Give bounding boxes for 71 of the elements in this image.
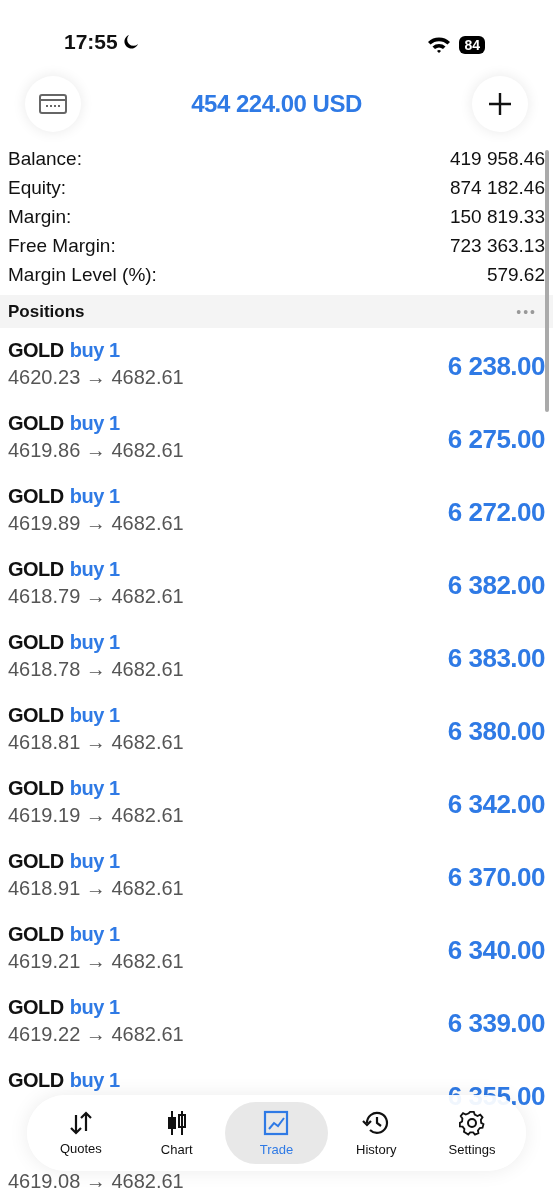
trade-side: buy 1 bbox=[69, 777, 120, 800]
symbol-label: GOLD bbox=[8, 1069, 64, 1092]
profit-value: 6 380.00 bbox=[447, 716, 545, 747]
profit-value: 6 339.00 bbox=[447, 1008, 545, 1039]
tab[interactable]: History bbox=[328, 1102, 425, 1164]
profit-value: 6 370.00 bbox=[447, 862, 545, 893]
trade-side: buy 1 bbox=[69, 412, 120, 435]
wifi-icon bbox=[427, 36, 452, 54]
trade-side: buy 1 bbox=[69, 704, 120, 727]
tab[interactable]: Trade bbox=[224, 1102, 329, 1164]
up-down-arrows-icon bbox=[67, 1110, 94, 1135]
price-range: 4618.79 → 4682.61 bbox=[8, 585, 184, 608]
profit-value: 6 272.00 bbox=[447, 497, 545, 528]
account-value: 723 363.13 bbox=[449, 234, 545, 257]
account-value: 874 182.46 bbox=[449, 176, 545, 199]
symbol-label: GOLD bbox=[8, 631, 64, 654]
status-time: 17:55 bbox=[64, 30, 118, 54]
profit-value: 6 355.00 bbox=[447, 1081, 545, 1112]
profit-value: 6 238.00 bbox=[447, 351, 545, 382]
account-value: 419 958.46 bbox=[449, 147, 545, 170]
tab[interactable]: Quotes bbox=[33, 1102, 129, 1164]
history-icon bbox=[362, 1109, 391, 1136]
symbol-label: GOLD bbox=[8, 923, 64, 946]
symbol-label: GOLD bbox=[8, 412, 64, 435]
line-chart-icon bbox=[263, 1109, 290, 1136]
price-range: 4618.78 → 4682.61 bbox=[8, 658, 184, 681]
account-value: 579.62 bbox=[486, 263, 545, 286]
trade-side: buy 1 bbox=[69, 339, 120, 362]
symbol-label: GOLD bbox=[8, 850, 64, 873]
price-range: 4618.81 → 4682.61 bbox=[8, 731, 184, 754]
account-label: Equity: bbox=[8, 176, 67, 199]
profit-value: 6 275.00 bbox=[447, 424, 545, 455]
battery-indicator: 84 bbox=[459, 36, 485, 54]
card-icon bbox=[39, 94, 67, 114]
profit-value: 6 342.00 bbox=[447, 789, 545, 820]
equity-title: 454 224.00 USD bbox=[191, 90, 362, 118]
price-range: 4619.19 → 4682.61 bbox=[8, 804, 184, 827]
symbol-label: GOLD bbox=[8, 996, 64, 1019]
symbol-label: GOLD bbox=[8, 704, 64, 727]
symbol-label: GOLD bbox=[8, 777, 64, 800]
profit-value: 6 383.00 bbox=[447, 643, 545, 674]
positions-title: Positions bbox=[8, 301, 85, 322]
price-range: 4618.91 → 4682.61 bbox=[8, 877, 184, 900]
trade-side: buy 1 bbox=[69, 850, 120, 873]
candlestick-icon bbox=[165, 1109, 188, 1136]
trade-side: buy 1 bbox=[69, 1069, 120, 1092]
price-range: 4619.86 → 4682.61 bbox=[8, 439, 184, 462]
trade-side: buy 1 bbox=[69, 485, 120, 508]
trade-side: buy 1 bbox=[69, 558, 120, 581]
account-label: Balance: bbox=[8, 147, 82, 170]
symbol-label: GOLD bbox=[8, 339, 64, 362]
account-label: Margin Level (%): bbox=[8, 263, 157, 286]
symbol-label: GOLD bbox=[8, 558, 64, 581]
account-label: Margin: bbox=[8, 205, 72, 228]
trade-side: buy 1 bbox=[69, 923, 120, 946]
symbol-label: GOLD bbox=[8, 485, 64, 508]
price-range: 4619.22 → 4682.61 bbox=[8, 1023, 184, 1046]
tab[interactable]: Chart bbox=[128, 1102, 225, 1164]
account-label: Free Margin: bbox=[8, 234, 116, 257]
profit-value: 6 382.00 bbox=[447, 570, 545, 601]
price-range: 4619.89 → 4682.61 bbox=[8, 512, 184, 535]
profit-value: 6 340.00 bbox=[447, 935, 545, 966]
price-range: 4619.08 → 4682.61 bbox=[8, 1170, 184, 1193]
plus-icon bbox=[488, 92, 512, 116]
moon-icon bbox=[122, 34, 139, 50]
price-range: 4619.21 → 4682.61 bbox=[8, 950, 184, 973]
trade-side: buy 1 bbox=[69, 631, 120, 654]
account-value: 150 819.33 bbox=[449, 205, 545, 228]
settings-icon bbox=[459, 1109, 486, 1136]
price-range: 4620.23 → 4682.61 bbox=[8, 366, 184, 389]
trade-side: buy 1 bbox=[69, 996, 120, 1019]
